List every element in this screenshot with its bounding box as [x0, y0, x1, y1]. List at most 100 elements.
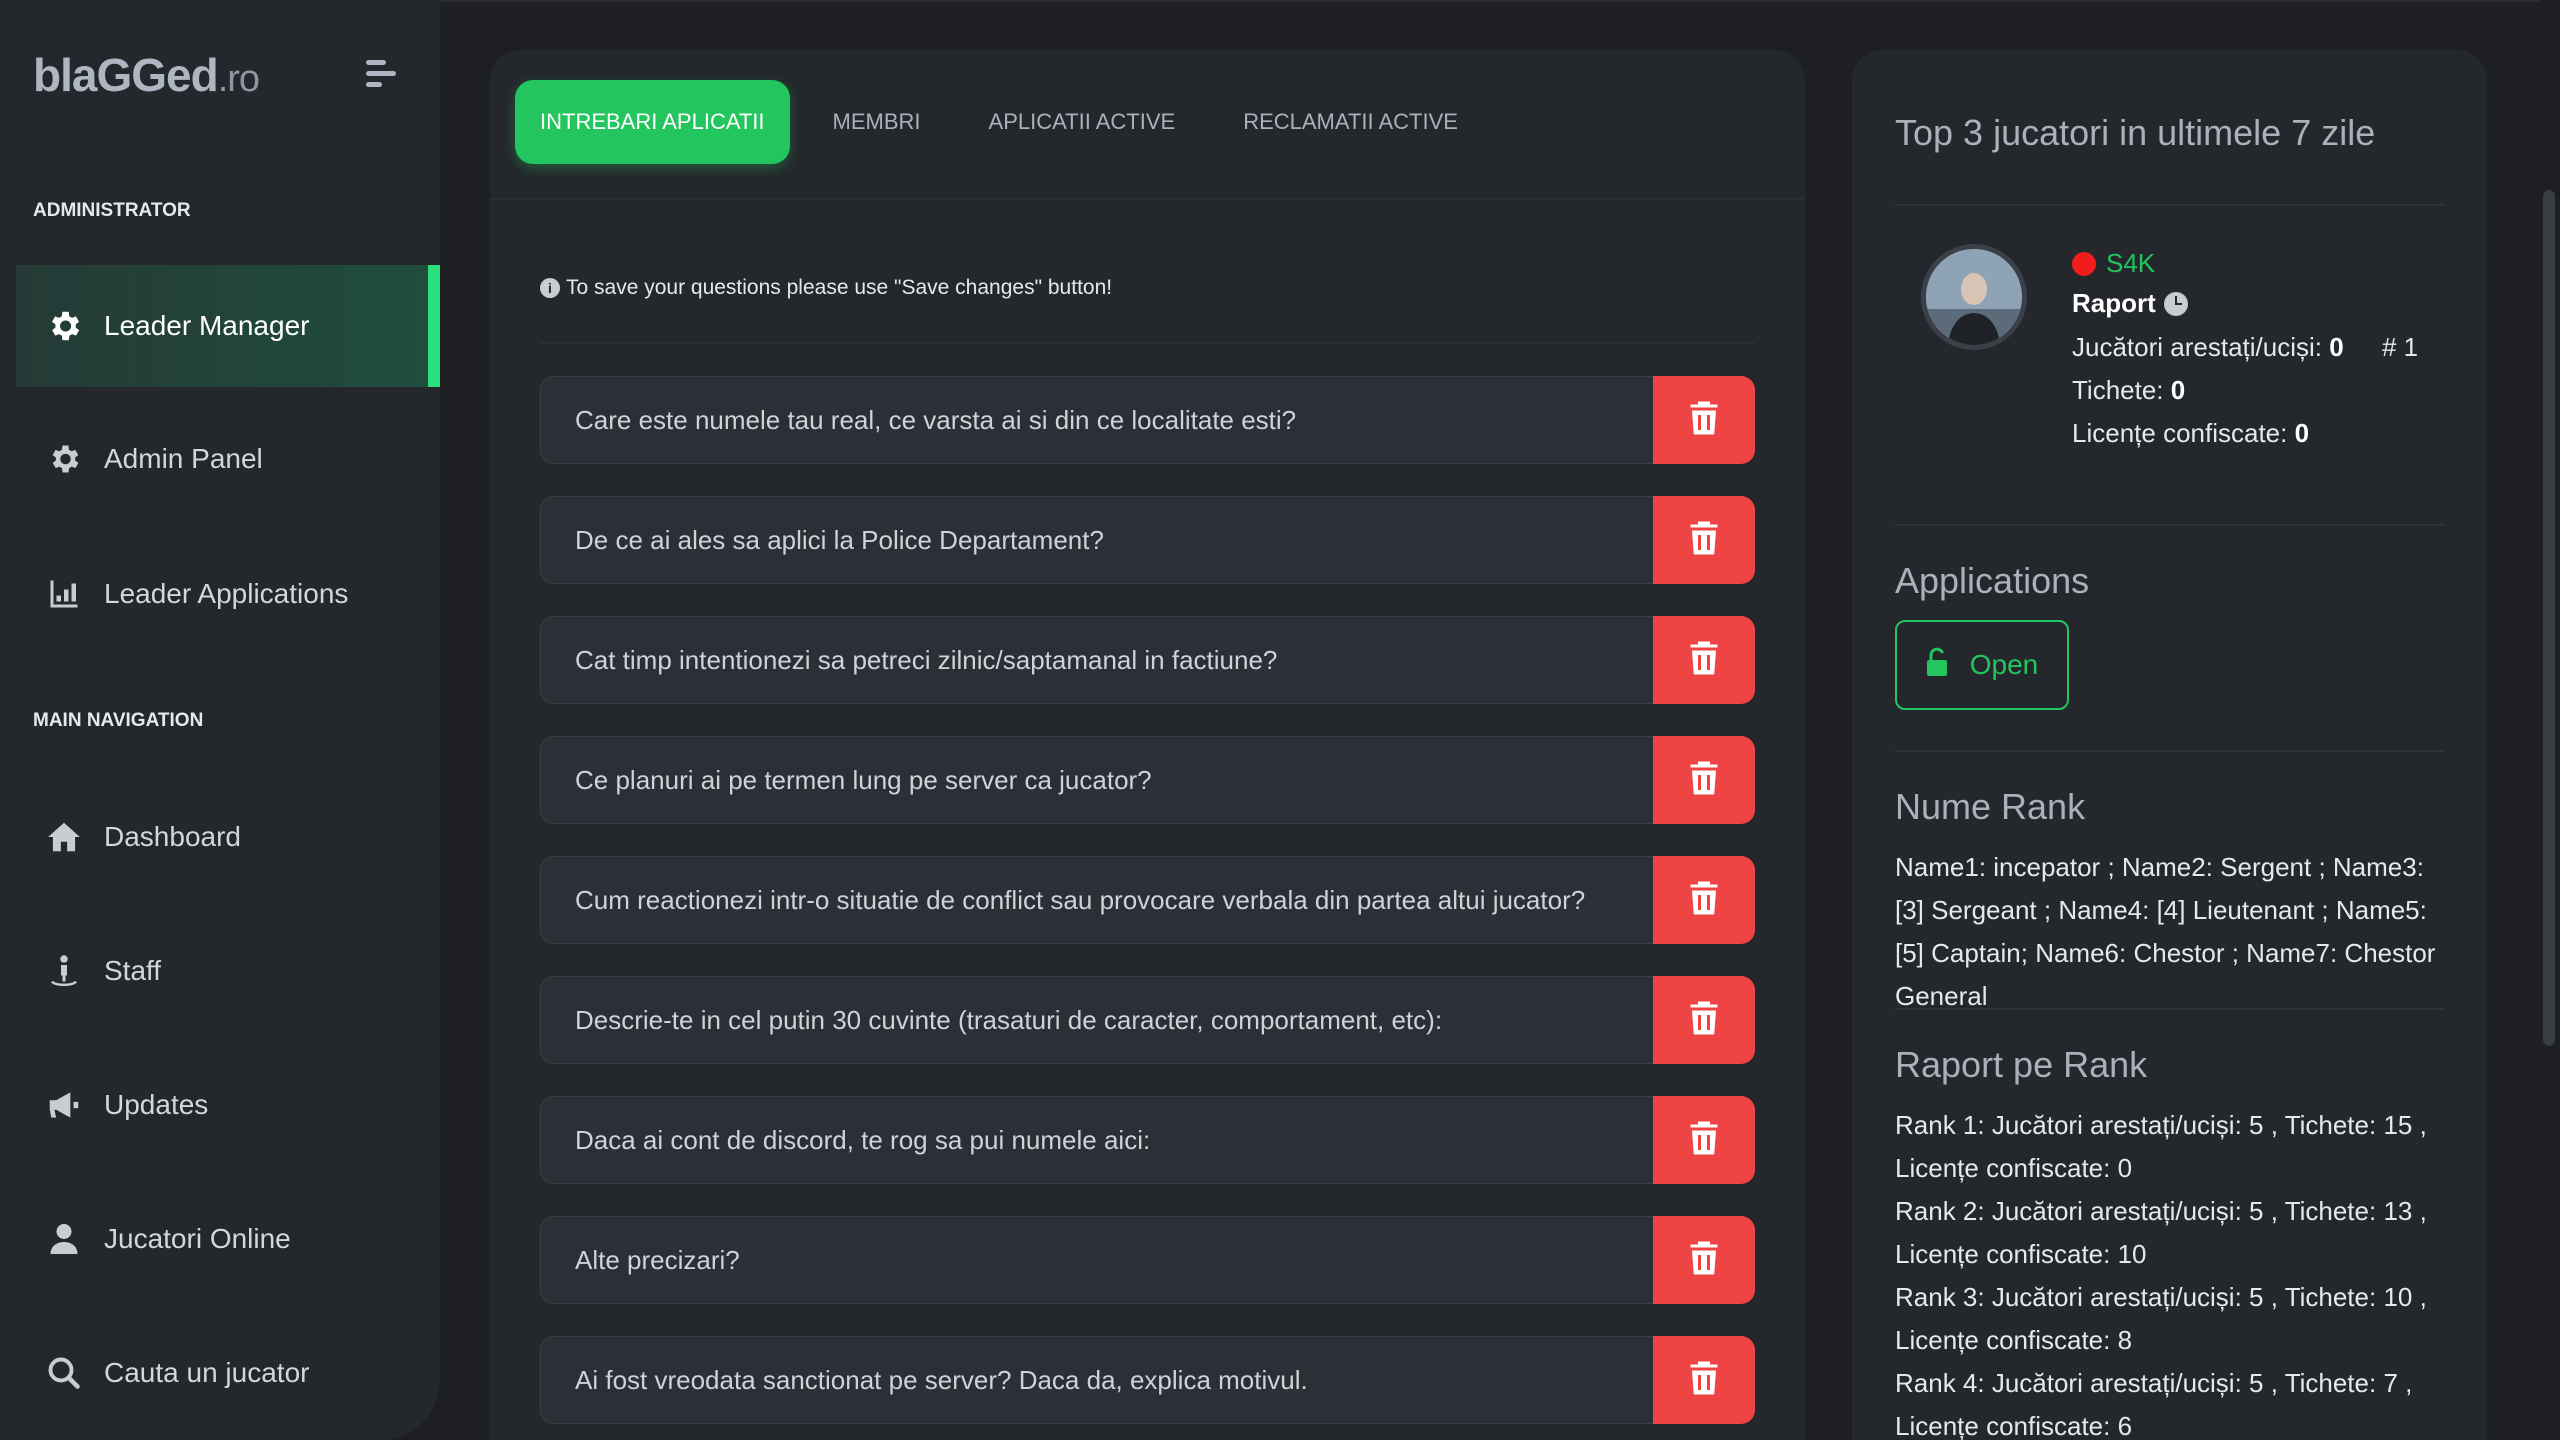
trash-icon: [1689, 1240, 1719, 1281]
sidebar-item-label: Dashboard: [104, 821, 241, 852]
user-icon: [44, 1219, 84, 1259]
logo-tld: .ro: [217, 58, 260, 100]
list-item: Rank 4: Jucători arestați/uciși: 5 , Tic…: [1895, 1368, 2413, 1440]
section-administrator: ADMINISTRATOR: [33, 200, 191, 221]
sidebar-item-cauta-jucator[interactable]: Cauta un jucator: [16, 1312, 440, 1434]
divider: [1895, 524, 2445, 526]
raport-label[interactable]: Raport: [2072, 288, 2188, 319]
trash-icon: [1689, 760, 1719, 801]
sidebar-item-leader-applications[interactable]: Leader Applications: [16, 533, 440, 655]
logo[interactable]: blaGGed.ro: [33, 48, 260, 102]
question-row: [540, 376, 1755, 464]
trash-icon: [1689, 1360, 1719, 1401]
questions-card: INTREBARI APLICATII MEMBRI APLICATII ACT…: [490, 50, 1805, 1440]
tab-intrebari-aplicatii[interactable]: INTREBARI APLICATII: [515, 80, 790, 164]
status-dot-icon: [2072, 251, 2096, 276]
list-item: Rank 3: Jucători arestați/uciși: 5 , Tic…: [1895, 1282, 2427, 1355]
rank-names-text: Name1: incepator ; Name2: Sergent ; Name…: [1895, 852, 2436, 1011]
staff-icon: [44, 951, 84, 991]
trash-icon: [1689, 520, 1719, 561]
sidebar-item-label: Leader Applications: [104, 578, 349, 609]
info-text: To save your questions please use "Save …: [566, 276, 1113, 299]
delete-question-button[interactable]: [1653, 1336, 1755, 1424]
sidebar-item-jucatori-online[interactable]: Jucatori Online: [16, 1178, 440, 1300]
stat-value: 0: [2294, 418, 2310, 448]
section-main-navigation: MAIN NAVIGATION: [33, 710, 204, 731]
divider: [540, 342, 1755, 344]
sidebar-item-staff[interactable]: Staff: [16, 910, 440, 1032]
avatar[interactable]: [1921, 244, 2027, 350]
question-input[interactable]: [540, 496, 1653, 584]
list-item: Rank 1: Jucători arestați/uciși: 5 , Tic…: [1895, 1110, 2427, 1183]
unlock-icon: [1926, 647, 1948, 684]
clock-icon: [2163, 291, 2188, 316]
sidebar: blaGGed.ro ADMINISTRATOR Leader Manager …: [0, 0, 440, 1440]
trash-icon: [1689, 1120, 1719, 1161]
delete-question-button[interactable]: [1653, 1096, 1755, 1184]
stat-value: 0: [2170, 375, 2186, 405]
search-icon: [44, 1353, 84, 1393]
divider: [1895, 1008, 2445, 1010]
divider: [1895, 204, 2445, 206]
logo-name: blaGGed: [33, 49, 219, 101]
stat-tickets: Tichete: 0: [2072, 375, 2185, 406]
menu-toggle-icon[interactable]: [366, 60, 400, 90]
tab-membri[interactable]: MEMBRI: [808, 80, 946, 164]
question-input[interactable]: [540, 1216, 1653, 1304]
question-row: [540, 1216, 1755, 1304]
delete-question-button[interactable]: [1653, 976, 1755, 1064]
trash-icon: [1689, 400, 1719, 441]
player-name-text: S4K: [2106, 248, 2156, 278]
stat-licenses: Licențe confiscate: 0: [2072, 418, 2309, 449]
question-input[interactable]: [540, 1096, 1653, 1184]
rank-report-title: Raport pe Rank: [1895, 1044, 2148, 1085]
scrollbar-thumb[interactable]: [2543, 190, 2555, 1046]
question-input[interactable]: [540, 856, 1653, 944]
trash-icon: [1689, 640, 1719, 681]
delete-question-button[interactable]: [1653, 496, 1755, 584]
stat-label: Tichete:: [2072, 375, 2164, 405]
sidebar-item-admin-panel[interactable]: Admin Panel: [16, 398, 440, 520]
tab-aplicatii-active[interactable]: APLICATII ACTIVE: [964, 80, 1201, 164]
delete-question-button[interactable]: [1653, 376, 1755, 464]
question-input[interactable]: [540, 616, 1653, 704]
sidebar-item-updates[interactable]: Updates: [16, 1044, 440, 1166]
player-name[interactable]: S4K: [2072, 248, 2155, 279]
delete-question-button[interactable]: [1653, 856, 1755, 944]
stat-label: Jucători arestați/uciși:: [2072, 332, 2322, 362]
delete-question-button[interactable]: [1653, 736, 1755, 824]
stat-arrested: Jucători arestați/uciși: 0: [2072, 332, 2344, 363]
sidebar-item-label: Admin Panel: [104, 443, 263, 474]
rank-names-title: Nume Rank: [1895, 786, 2086, 827]
question-input[interactable]: [540, 376, 1653, 464]
delete-question-button[interactable]: [1653, 616, 1755, 704]
question-input[interactable]: [540, 736, 1653, 824]
question-input[interactable]: [540, 976, 1653, 1064]
sidebar-item-label: Staff: [104, 955, 162, 986]
question-input[interactable]: [540, 1336, 1653, 1424]
divider: [490, 198, 1805, 200]
sidebar-item-label: Jucatori Online: [104, 1223, 291, 1254]
question-row: [540, 1096, 1755, 1184]
gear-icon: [44, 439, 84, 479]
applications-title: Applications: [1895, 560, 2090, 601]
delete-question-button[interactable]: [1653, 1216, 1755, 1304]
question-row: [540, 496, 1755, 584]
sidebar-item-dashboard[interactable]: Dashboard: [16, 776, 440, 898]
divider: [1895, 750, 2445, 752]
question-row: [540, 736, 1755, 824]
question-list: [540, 376, 1755, 1440]
chart-icon: [44, 574, 84, 614]
raport-text: Raport: [2072, 288, 2156, 318]
trash-icon: [1689, 1000, 1719, 1041]
open-label: Open: [1969, 649, 2039, 680]
sidebar-item-leader-manager[interactable]: Leader Manager: [16, 265, 440, 387]
open-applications-button[interactable]: Open: [1895, 620, 2069, 710]
stats-card: Top 3 jucatori in ultimele 7 zile S4K Ra…: [1852, 50, 2487, 1440]
trash-icon: [1689, 880, 1719, 921]
megaphone-icon: [44, 1085, 84, 1125]
tab-reclamatii-active[interactable]: RECLAMATII ACTIVE: [1218, 80, 1483, 164]
gear-icon: [44, 306, 84, 346]
rank-report-list: Rank 1: Jucători arestați/uciși: 5 , Tic…: [1895, 1104, 2455, 1440]
sidebar-item-label: Cauta un jucator: [104, 1357, 310, 1388]
